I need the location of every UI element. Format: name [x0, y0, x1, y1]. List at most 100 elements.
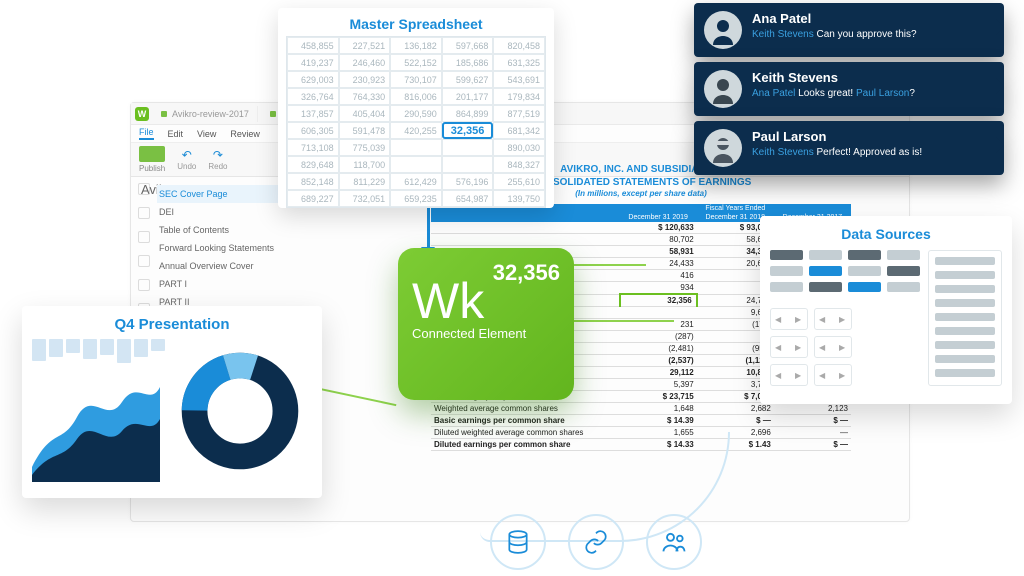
publish-button[interactable]: Publish [139, 146, 165, 173]
cell[interactable]: 255,610 [493, 173, 545, 190]
cell[interactable]: 848,327 [493, 156, 545, 173]
cell[interactable]: 136,182 [390, 37, 442, 54]
master-spreadsheet-card: Master Spreadsheet 458,855227,521136,182… [278, 8, 554, 208]
cell[interactable]: 118,700 [339, 156, 391, 173]
cell[interactable]: 629,003 [287, 71, 339, 88]
cell[interactable]: 522,152 [390, 54, 442, 71]
database-icon[interactable] [490, 514, 546, 570]
cell[interactable]: 405,404 [339, 105, 391, 122]
area-chart [32, 339, 160, 482]
people-icon[interactable] [646, 514, 702, 570]
cell[interactable]: 576,196 [442, 173, 494, 190]
cell[interactable]: 654,987 [442, 190, 494, 207]
source-row[interactable]: ◀▶ [814, 308, 852, 330]
cell[interactable]: 816,006 [390, 88, 442, 105]
cell[interactable]: 811,229 [339, 173, 391, 190]
cell[interactable]: 230,923 [339, 71, 391, 88]
cell[interactable]: 597,668 [442, 37, 494, 54]
rail-icon[interactable] [138, 183, 150, 195]
connector-line [574, 320, 674, 322]
cell[interactable]: 713,108 [287, 139, 339, 156]
cell[interactable]: 543,691 [493, 71, 545, 88]
source-row[interactable]: ◀▶ [770, 364, 808, 386]
cell[interactable]: 631,325 [493, 54, 545, 71]
q4-presentation-card: Q4 Presentation [22, 306, 322, 498]
avatar [704, 11, 742, 49]
app-logo-icon: W [135, 107, 149, 121]
cell[interactable]: 659,235 [390, 190, 442, 207]
cell[interactable] [390, 139, 442, 156]
rail-icon[interactable] [138, 255, 150, 267]
cell[interactable]: 185,686 [442, 54, 494, 71]
rail-icon[interactable] [138, 231, 150, 243]
rail-icon[interactable] [138, 279, 150, 291]
cell[interactable]: 730,107 [390, 71, 442, 88]
cell[interactable]: 599,627 [442, 71, 494, 88]
menu-review[interactable]: Review [230, 129, 260, 139]
cell[interactable]: 420,255 [390, 122, 442, 139]
card-title: Q4 Presentation [32, 316, 312, 333]
avatar [704, 70, 742, 108]
cell[interactable]: 689,227 [287, 190, 339, 207]
comment-bubble[interactable]: Keith StevensAna Patel Looks great! Paul… [694, 62, 1004, 116]
avatar [704, 129, 742, 167]
link-icon[interactable] [568, 514, 624, 570]
cell[interactable]: 606,305 [287, 122, 339, 139]
menu-edit[interactable]: Edit [168, 129, 184, 139]
source-list [928, 250, 1002, 386]
outline-item[interactable]: PART I [157, 275, 307, 293]
cell[interactable]: 201,177 [442, 88, 494, 105]
cell[interactable]: 852,148 [287, 173, 339, 190]
spreadsheet-grid: 458,855227,521136,182597,668820,458 419,2… [286, 36, 546, 208]
cell[interactable]: 890,030 [493, 139, 545, 156]
cell[interactable]: 681,342 [493, 122, 545, 139]
cell[interactable]: 775,039 [339, 139, 391, 156]
rail-icon[interactable] [138, 207, 150, 219]
cell[interactable]: 591,478 [339, 122, 391, 139]
donut-chart [168, 339, 312, 482]
cell[interactable]: 820,458 [493, 37, 545, 54]
source-row[interactable]: ◀▶ [814, 336, 852, 358]
cell[interactable]: 326,764 [287, 88, 339, 105]
cell[interactable] [390, 156, 442, 173]
cell[interactable]: 137,857 [287, 105, 339, 122]
cell[interactable]: 864,899 [442, 105, 494, 122]
cell[interactable]: 458,855 [287, 37, 339, 54]
cell[interactable]: 32,356 [442, 122, 494, 139]
cell[interactable]: 290,590 [390, 105, 442, 122]
source-row[interactable]: ◀▶ [814, 364, 852, 386]
cell[interactable]: 227,521 [339, 37, 391, 54]
outline-item[interactable]: Forward Looking Statements [157, 239, 307, 257]
connected-element-tile: 32,356 Wk Connected Element [398, 248, 574, 400]
undo-button[interactable]: ↶Undo [177, 148, 196, 171]
connector-arrow [404, 206, 430, 254]
source-row[interactable]: ◀▶ [770, 308, 808, 330]
cell[interactable]: 419,237 [287, 54, 339, 71]
bottom-icons [490, 514, 702, 570]
cell[interactable]: 764,330 [339, 88, 391, 105]
left-rail [131, 183, 157, 315]
cell[interactable]: 829,648 [287, 156, 339, 173]
menu-view[interactable]: View [197, 129, 216, 139]
doc-tab[interactable]: Avikro-review-2017 [153, 106, 258, 122]
outline-item[interactable]: Table of Contents [157, 221, 307, 239]
data-sources-card: Data Sources ◀▶ ◀▶ ◀▶ ◀▶ ◀▶ ◀▶ [760, 216, 1012, 404]
cell[interactable] [442, 139, 494, 156]
connector-line [574, 264, 646, 266]
comment-bubble[interactable]: Paul LarsonKeith Stevens Perfect! Approv… [694, 121, 1004, 175]
cell[interactable]: 139,750 [493, 190, 545, 207]
cell[interactable]: 246,460 [339, 54, 391, 71]
connected-label: Connected Element [412, 326, 560, 341]
cell[interactable]: 732,051 [339, 190, 391, 207]
cell[interactable]: 877,519 [493, 105, 545, 122]
cell[interactable]: 179,834 [493, 88, 545, 105]
source-row[interactable]: ◀▶ [770, 336, 808, 358]
card-title: Data Sources [770, 226, 1002, 242]
redo-button[interactable]: ↷Redo [208, 148, 227, 171]
outline-item[interactable]: Annual Overview Cover [157, 257, 307, 275]
card-title: Master Spreadsheet [286, 16, 546, 32]
menu-file[interactable]: File [139, 127, 154, 140]
cell[interactable] [442, 156, 494, 173]
cell[interactable]: 612,429 [390, 173, 442, 190]
comment-bubble[interactable]: Ana PatelKeith Stevens Can you approve t… [694, 3, 1004, 57]
